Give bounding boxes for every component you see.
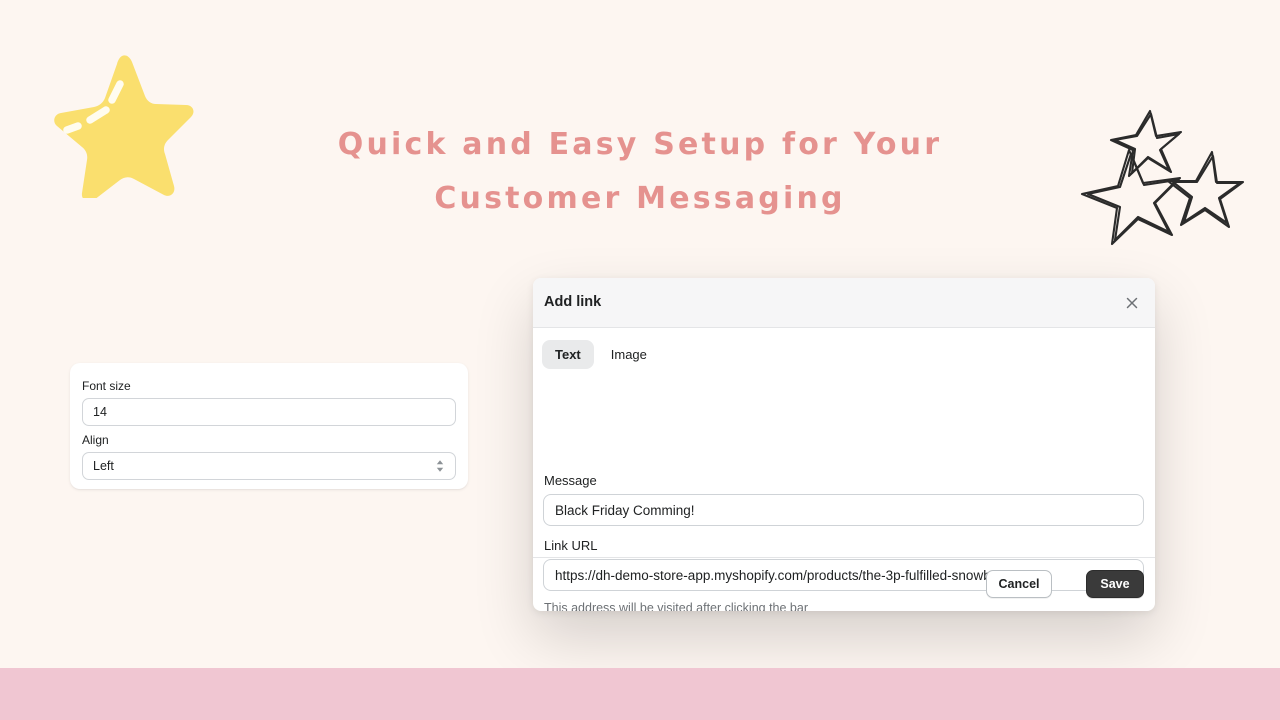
page-background: Quick and Easy Setup for Your Customer M… xyxy=(0,0,1280,720)
message-input[interactable] xyxy=(543,494,1144,526)
cancel-button[interactable]: Cancel xyxy=(986,570,1052,598)
stepper-chevron-icon xyxy=(434,458,446,474)
font-size-input[interactable] xyxy=(82,398,456,426)
modal-title: Add link xyxy=(544,294,602,310)
font-size-label: Font size xyxy=(82,379,131,393)
close-icon[interactable] xyxy=(1121,292,1143,314)
align-select[interactable]: Left xyxy=(82,452,456,480)
modal-footer: Cancel Save xyxy=(533,557,1155,611)
page-title: Quick and Easy Setup for Your Customer M… xyxy=(0,118,1280,226)
tab-text[interactable]: Text xyxy=(542,340,594,369)
modal-header: Add link xyxy=(533,278,1155,328)
page-title-line-1: Quick and Easy Setup for Your xyxy=(337,127,943,162)
bottom-accent-bar xyxy=(0,668,1280,720)
tab-image[interactable]: Image xyxy=(598,340,660,369)
page-title-line-2: Customer Messaging xyxy=(434,181,846,216)
save-button[interactable]: Save xyxy=(1086,570,1144,598)
modal-tabs: Text Image xyxy=(542,340,660,369)
settings-panel: Font size Align Left xyxy=(70,363,468,489)
align-select-value: Left xyxy=(93,459,114,473)
message-label: Message xyxy=(544,473,597,488)
add-link-modal: Add link Text Image Message Link URL Thi… xyxy=(533,278,1155,611)
link-url-label: Link URL xyxy=(544,538,598,553)
align-label: Align xyxy=(82,433,109,447)
